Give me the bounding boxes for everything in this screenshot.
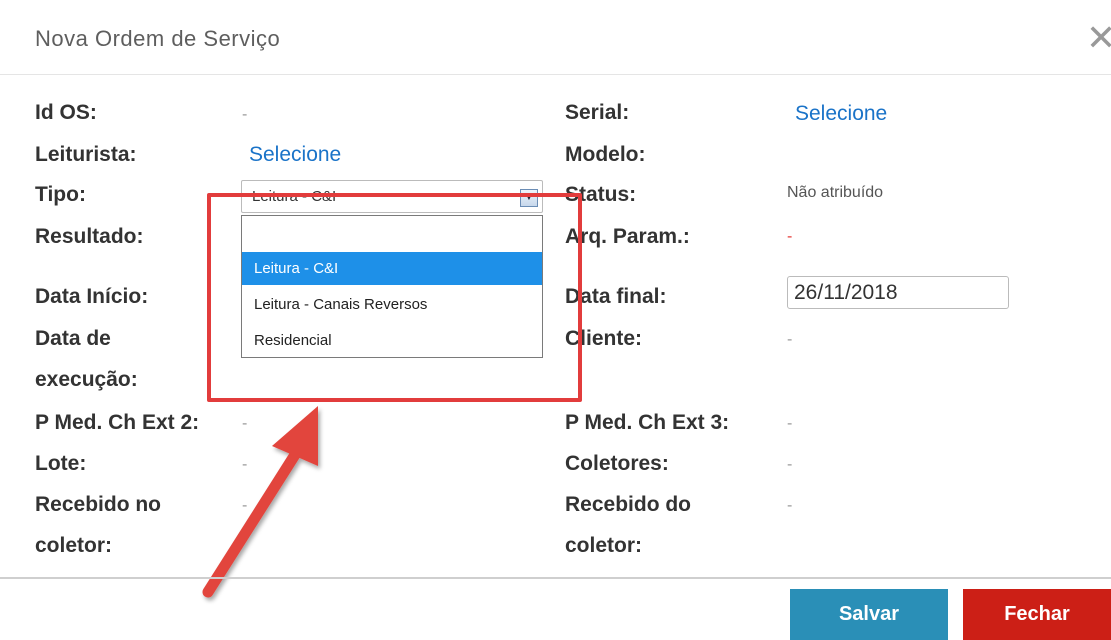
coletores-label: Coletores:: [565, 452, 669, 475]
recebido-do-coletor-label-line1: Recebido do: [565, 493, 692, 516]
save-button[interactable]: Salvar: [790, 589, 948, 640]
tipo-label: Tipo:: [35, 183, 86, 206]
modelo-label: Modelo:: [565, 143, 646, 166]
recebido-no-coletor-label-line2: coletor:: [35, 534, 113, 557]
leiturista-label: Leiturista:: [35, 143, 137, 166]
data-final-input[interactable]: 26/11/2018: [787, 276, 1009, 309]
arq-param-label: Arq. Param.:: [565, 225, 690, 248]
status-value: Não atribuído: [787, 184, 884, 201]
p-med-ch-ext-3-label: P Med. Ch Ext 3:: [565, 411, 730, 434]
id-os-label: Id OS:: [35, 101, 97, 124]
close-button[interactable]: Fechar: [963, 589, 1111, 640]
cliente-value: -: [787, 331, 793, 348]
footer-divider: [0, 577, 1111, 579]
annotation-highlight-box: [207, 193, 582, 402]
data-execucao-label-line1: Data de: [35, 327, 111, 350]
p-med-ch-ext-2-label: P Med. Ch Ext 2:: [35, 411, 200, 434]
coletores-value: -: [787, 456, 793, 473]
serial-label: Serial:: [565, 101, 630, 124]
p-med-ch-ext-3-value: -: [787, 415, 793, 432]
recebido-do-coletor-value: -: [787, 497, 793, 514]
close-icon[interactable]: ✕: [1086, 18, 1111, 58]
serial-select-link[interactable]: Selecione: [795, 102, 887, 126]
recebido-do-coletor-label-line2: coletor:: [565, 534, 643, 557]
header-divider: [0, 74, 1111, 75]
data-execucao-label-line2: execução:: [35, 368, 138, 391]
leiturista-select-link[interactable]: Selecione: [249, 143, 341, 167]
recebido-no-coletor-label-line1: Recebido no: [35, 493, 162, 516]
id-os-value: -: [242, 106, 248, 123]
dialog-title: Nova Ordem de Serviço: [35, 26, 281, 51]
lote-label: Lote:: [35, 452, 87, 475]
arq-param-value: -: [787, 228, 793, 245]
data-inicio-label: Data Início:: [35, 285, 149, 308]
resultado-label: Resultado:: [35, 225, 144, 248]
